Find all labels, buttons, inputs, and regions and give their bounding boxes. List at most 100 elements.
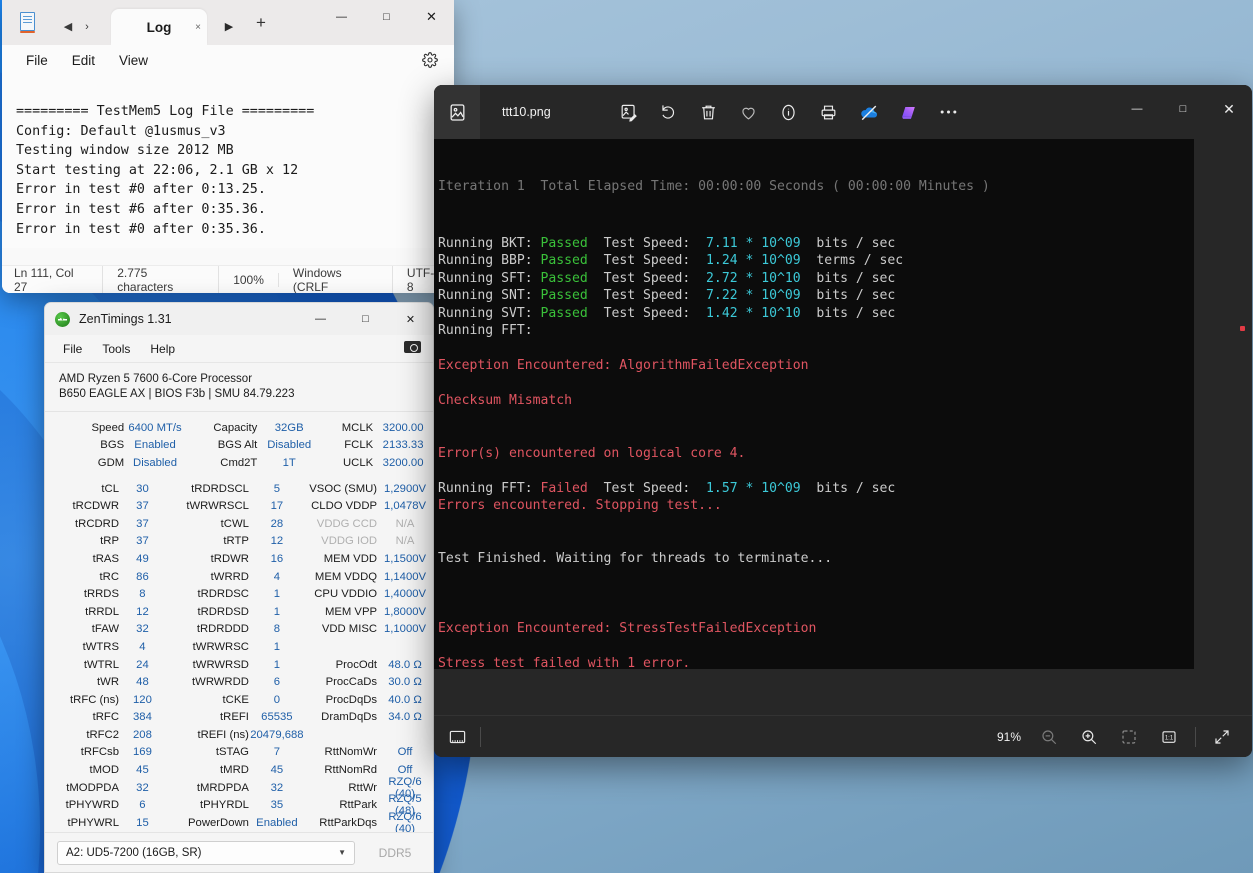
delete-icon[interactable] — [689, 95, 729, 129]
maximize-button[interactable]: □ — [1160, 85, 1206, 133]
menu-file[interactable]: File — [54, 339, 91, 359]
timing-value: 17 — [270, 500, 284, 513]
maximize-button[interactable]: □ — [364, 0, 409, 33]
notepad-new-tab[interactable]: + — [251, 13, 271, 33]
timing-value: 1,1500V — [383, 552, 427, 565]
timing-label: VDDG IOD — [321, 535, 378, 548]
status-cursor-position: Ln 111, Col 27 — [2, 265, 104, 293]
menu-view[interactable]: View — [109, 49, 158, 72]
timing-label: tMRDPDA — [196, 781, 249, 794]
minimize-button[interactable]: — — [319, 0, 364, 33]
terminal-line: Exception Encountered: AlgorithmFailedEx… — [438, 358, 809, 373]
zentimings-timing-row: tMOD 45 tMRD 45 RttNomRd Off — [45, 761, 433, 779]
zoom-in-icon[interactable] — [1069, 720, 1109, 754]
tab-forward-icon[interactable]: › — [79, 21, 95, 33]
photos-title-bar: ttt10.png — □ ✕ — [434, 85, 1252, 139]
status-line-ending[interactable]: Windows (CRLF — [279, 265, 393, 293]
photos-bottom-bar: 91% 1:1 — [434, 715, 1252, 757]
menu-file[interactable]: File — [16, 49, 58, 72]
timing-label: MEM VDD — [323, 552, 378, 565]
actual-size-1-1-icon[interactable]: 1:1 — [1149, 720, 1189, 754]
timing-label: CLDO VDDP — [311, 500, 378, 513]
zentimings-timing-row: tRRDL 12 tRDRDSD 1 MEM VPP 1,8000V — [45, 603, 433, 621]
zentimings-summary-row: BGS Enabled BGS Alt Disabled FCLK 2133.33 — [45, 437, 433, 455]
fullscreen-expand-icon[interactable] — [1202, 720, 1242, 754]
terminal-line: Running BBP: Passed Test Speed: 1.24 * 1… — [438, 253, 904, 268]
filmstrip-icon[interactable] — [434, 716, 480, 758]
timing-value: 7 — [273, 746, 281, 759]
zentimings-timing-row: tCL 30 tRDRDSCL 5 VSOC (SMU) 1,2900V — [45, 480, 433, 498]
print-icon[interactable] — [809, 95, 849, 129]
close-button[interactable]: ✕ — [388, 303, 433, 335]
zentimings-memory-summary: Speed 6400 MT/s Capacity 32GB MCLK 3200.00 BGS… — [45, 419, 433, 472]
zentimings-timing-row: tRAS 49 tRDWR 16 MEM VDD 1,1500V — [45, 550, 433, 568]
photo-canvas[interactable]: Iteration 1 Total Elapsed Time: 00:00:00… — [434, 139, 1252, 715]
gear-icon[interactable] — [422, 52, 438, 68]
menu-edit[interactable]: Edit — [62, 49, 105, 72]
tab-back-icon[interactable]: ◀ — [60, 20, 76, 33]
minimize-button[interactable]: — — [298, 303, 343, 335]
onedrive-off-icon[interactable] — [849, 95, 889, 129]
zoom-out-icon[interactable] — [1029, 720, 1069, 754]
timing-label: tMOD — [89, 764, 119, 777]
timing-value: 37 — [136, 517, 149, 530]
zentimings-timing-row: tRC 86 tWRRD 4 MEM VDDQ 1,1400V — [45, 568, 433, 586]
timing-label: tFAW — [91, 623, 119, 636]
summary-value: Disabled — [267, 439, 312, 452]
timing-label: tRDWR — [210, 552, 249, 565]
favorite-heart-icon[interactable] — [729, 95, 769, 129]
timing-label: tRDRDSD — [197, 605, 249, 618]
terminal-clipped-line: Iteration 1 Total Elapsed Time: 00:00:00… — [438, 179, 990, 194]
timing-label: tRFC (ns) — [70, 693, 119, 706]
menu-help[interactable]: Help — [141, 339, 184, 359]
more-options-icon[interactable] — [929, 95, 969, 129]
timing-label: VDD MISC — [321, 623, 378, 636]
timing-value: 8 — [273, 623, 281, 636]
timing-label: tWRWRSD — [192, 658, 249, 671]
summary-value: Disabled — [133, 456, 177, 469]
zentimings-timings-grid: Speed 6400 MT/s Capacity 32GB MCLK 3200.00 BGS… — [45, 412, 433, 835]
tab-log[interactable]: Log × — [111, 9, 207, 45]
timing-label: tRDRDDD — [196, 623, 249, 636]
close-button[interactable]: ✕ — [409, 0, 454, 33]
chevron-down-icon[interactable]: ▼ — [338, 848, 346, 857]
timing-value: 1,1400V — [383, 570, 427, 583]
notepad-text-area[interactable]: ========= TestMem5 Log File ========= Co… — [2, 76, 454, 248]
timing-label: tRDRDSCL — [191, 482, 249, 495]
zentimings-title-label: ZenTimings 1.31 — [79, 312, 172, 326]
maximize-button[interactable]: □ — [343, 303, 388, 335]
timing-label: tRFC2 — [86, 728, 119, 741]
zentimings-window: ZenTimings 1.31 — □ ✕ File Tools Help AM… — [44, 302, 434, 873]
dimm-select-dropdown[interactable]: A2: UD5-7200 (16GB, SR) ▼ — [57, 840, 355, 865]
new-tab-icon[interactable]: + — [251, 13, 271, 33]
camera-icon[interactable] — [404, 341, 421, 353]
notepad-window: ◀ › Log × ▶ + — □ ✕ File Edit View =====… — [2, 0, 454, 293]
timing-label: tPHYRDL — [199, 799, 249, 812]
timing-label: tRCDWR — [72, 500, 119, 513]
rotate-icon[interactable] — [649, 95, 689, 129]
fit-to-window-icon[interactable] — [1109, 720, 1149, 754]
minimize-button[interactable]: — — [1114, 85, 1160, 133]
timing-label: tWRWRSC — [192, 640, 249, 653]
tab-overflow-icon[interactable]: ▶ — [219, 20, 239, 33]
summary-value: 2133.33 — [382, 439, 424, 452]
tab-close-icon[interactable]: × — [195, 22, 201, 33]
edit-image-icon[interactable] — [609, 95, 649, 129]
notepad-tab-nav[interactable]: ◀ › — [60, 20, 95, 34]
notepad-window-controls: — □ ✕ — [319, 0, 454, 33]
notepad-tab-overflow[interactable]: ▶ — [219, 20, 239, 33]
close-button[interactable]: ✕ — [1206, 85, 1252, 133]
menu-tools[interactable]: Tools — [93, 339, 139, 359]
status-zoom[interactable]: 100% — [219, 272, 279, 287]
motherboard-bios-smu: B650 EAGLE AX | BIOS F3b | SMU 84.79.223 — [59, 388, 295, 400]
dimm-select-value: A2: UD5-7200 (16GB, SR) — [66, 846, 202, 859]
timing-label: tRCDRD — [75, 517, 119, 530]
info-icon[interactable] — [769, 95, 809, 129]
summary-label: Speed — [91, 421, 125, 434]
terminal-line: Errors encountered. Stopping test... — [438, 498, 722, 513]
zentimings-timing-row: tRP 37 tRTP 12 VDDG IOD N/A — [45, 533, 433, 551]
timing-value: 208 — [133, 728, 152, 741]
clipchamp-icon[interactable] — [889, 95, 929, 129]
timing-value: 4 — [139, 640, 146, 653]
